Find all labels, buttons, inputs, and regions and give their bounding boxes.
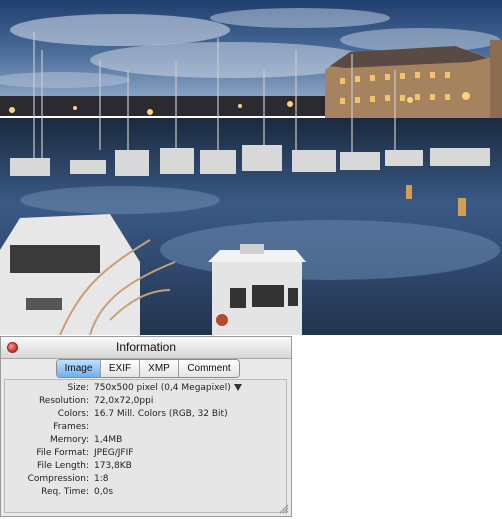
info-row-frames: Frames:: [5, 422, 288, 435]
colors-label: Colors:: [57, 409, 89, 419]
req-time-value: 0,0s: [94, 487, 114, 497]
info-row-memory: Memory: 1,4MB: [5, 435, 288, 448]
file-length-value: 173,8KB: [94, 461, 132, 471]
info-row-file-format: File Format: JPEG/JFIF: [5, 448, 288, 461]
tab-xmp[interactable]: XMP: [140, 360, 179, 377]
memory-label: Memory:: [50, 435, 89, 445]
tab-image[interactable]: Image: [57, 360, 101, 377]
tab-bar: Image EXIF XMP Comment: [56, 359, 240, 378]
tab-comment[interactable]: Comment: [179, 360, 239, 377]
info-content: Size: 750x500 pixel (0,4 Megapixel) Reso…: [4, 379, 287, 513]
frames-label: Frames:: [53, 422, 89, 432]
info-row-size: Size: 750x500 pixel (0,4 Megapixel): [5, 383, 288, 396]
file-format-value: JPEG/JFIF: [94, 448, 134, 458]
dropdown-arrow-icon[interactable]: [233, 384, 242, 391]
file-length-label: File Length:: [37, 461, 89, 471]
info-row-resolution: Resolution: 72,0x72,0ppi: [5, 396, 288, 409]
file-format-label: File Format:: [36, 448, 89, 458]
marina-photo: [0, 0, 502, 335]
compression-label: Compression:: [27, 474, 89, 484]
size-value-wrap: 750x500 pixel (0,4 Megapixel): [94, 383, 242, 393]
size-label: Size:: [67, 383, 89, 393]
info-row-colors: Colors: 16.7 Mill. Colors (RGB, 32 Bit): [5, 409, 288, 422]
resolution-label: Resolution:: [38, 396, 89, 406]
title-bar[interactable]: Information: [1, 337, 291, 359]
req-time-label: Req. Time:: [41, 487, 89, 497]
resolution-value: 72,0x72,0ppi: [94, 396, 154, 406]
window-title: Information: [115, 340, 177, 354]
information-window: Information Image EXIF XMP Comment Size:…: [0, 336, 292, 517]
resize-grip-icon[interactable]: [279, 504, 289, 514]
compression-value: 1:8: [94, 474, 109, 484]
info-row-req-time: Req. Time: 0,0s: [5, 487, 288, 500]
memory-value: 1,4MB: [94, 435, 123, 445]
tab-exif[interactable]: EXIF: [101, 360, 140, 377]
colors-value: 16.7 Mill. Colors (RGB, 32 Bit): [94, 409, 228, 419]
info-row-compression: Compression: 1:8: [5, 474, 288, 487]
info-row-file-length: File Length: 173,8KB: [5, 461, 288, 474]
size-value: 750x500 pixel (0,4 Megapixel): [94, 383, 231, 393]
